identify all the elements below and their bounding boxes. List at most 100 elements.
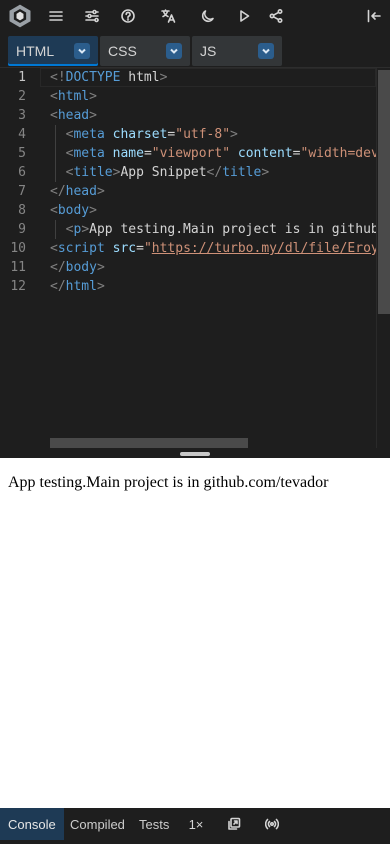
code-line: <body> <box>50 201 97 220</box>
code-line: <p>App testing.Main project is in github… <box>50 220 376 239</box>
sidebar-toggle-icon[interactable] <box>356 0 390 32</box>
logo-icon[interactable] <box>2 0 38 32</box>
code-token: < <box>50 108 58 123</box>
code-token: "utf-8" <box>175 127 231 142</box>
code-token: < <box>50 241 58 256</box>
horizontal-scrollbar-thumb[interactable] <box>50 438 248 448</box>
code-token: > <box>89 89 97 104</box>
code-token: script <box>57 241 105 256</box>
code-token: </ <box>50 260 66 275</box>
line-number: 5 <box>18 146 26 161</box>
code-token: head <box>65 184 97 199</box>
code-token: = <box>136 241 144 256</box>
code-token: meta <box>73 146 105 161</box>
code-token: "width=device-width, initial-scale=1.0" <box>300 146 377 161</box>
line-number: 2 <box>18 89 26 104</box>
code-token: head <box>57 108 90 123</box>
dark-mode-icon[interactable] <box>190 0 226 32</box>
code-token: > <box>96 260 105 275</box>
code-token: https://turbo.my/dl/file/EroylPyQB.js <box>151 241 376 256</box>
chevron-down-icon[interactable] <box>258 43 274 59</box>
code-token: > <box>261 165 270 180</box>
line-number: 11 <box>10 260 26 275</box>
code-token: "viewport" <box>151 146 231 161</box>
code-line: <html> <box>50 87 97 106</box>
code-token: </ <box>206 165 223 180</box>
vertical-scrollbar[interactable] <box>376 68 390 458</box>
chevron-down-icon[interactable] <box>166 43 182 59</box>
code-token: > <box>96 184 105 199</box>
tab-html[interactable]: HTML <box>8 36 98 66</box>
chevron-down-icon[interactable] <box>74 43 90 59</box>
code-token: > <box>89 108 97 123</box>
line-number: 9 <box>18 222 26 237</box>
code-token: > <box>89 203 97 218</box>
code-token: " <box>143 241 152 256</box>
language-icon[interactable] <box>150 0 186 32</box>
tab-console[interactable]: Console <box>0 808 64 840</box>
tab-compiled-label: Compiled <box>70 816 125 832</box>
code-token: > <box>159 70 168 85</box>
tab-js-label: JS <box>200 43 217 59</box>
run-icon[interactable] <box>226 0 262 32</box>
code-token: DOCTYPE <box>65 70 121 85</box>
code-line: <title>App Snippet</title> <box>50 163 270 182</box>
zoom-label: 1× <box>188 816 204 832</box>
tab-tests[interactable]: Tests <box>131 808 177 840</box>
pane-resizer[interactable] <box>0 448 390 458</box>
line-number: 6 <box>18 165 26 180</box>
code-line: <head> <box>50 106 97 125</box>
code-token: html <box>65 279 97 294</box>
code-token: body <box>57 203 90 218</box>
code-line: <meta charset="utf-8"> <box>50 125 238 144</box>
code-token: > <box>230 127 238 142</box>
tab-compiled[interactable]: Compiled <box>62 808 133 840</box>
code-token: charset <box>112 127 168 142</box>
zoom-button[interactable]: 1× <box>180 808 212 840</box>
tab-css[interactable]: CSS <box>100 36 190 66</box>
result-preview: App testing.Main project is in github.co… <box>0 458 390 808</box>
vertical-scrollbar-thumb[interactable] <box>378 70 390 314</box>
menu-icon[interactable] <box>38 0 74 32</box>
code-editor[interactable]: 1 2 3 4 5 6 7 8 9 10 11 12 <!DOCTYPE html> <html> <he… <box>0 68 390 458</box>
help-icon[interactable] <box>110 0 146 32</box>
share-icon[interactable] <box>258 0 294 32</box>
code-line: </head> <box>50 182 105 201</box>
line-number: 4 <box>18 127 26 142</box>
line-number-gutter: 1 2 3 4 5 6 7 8 9 10 11 12 <box>0 68 40 458</box>
settings-icon[interactable] <box>74 0 110 32</box>
code-token: src <box>112 241 137 256</box>
code-token: = <box>292 146 301 161</box>
line-number: 1 <box>18 70 26 85</box>
resize-handle[interactable] <box>180 452 210 456</box>
open-new-window-icon[interactable] <box>218 808 250 840</box>
tab-css-label: CSS <box>108 43 137 59</box>
code-token: name <box>112 146 144 161</box>
code-line: </body> <box>50 258 105 277</box>
tab-console-label: Console <box>8 816 56 832</box>
code-token: > <box>96 279 105 294</box>
code-token: content <box>237 146 293 161</box>
code-token: <! <box>50 70 66 85</box>
code-token: App Snippet <box>120 165 207 180</box>
code-token: > <box>81 222 90 237</box>
tab-js[interactable]: JS <box>192 36 282 66</box>
code-line: <meta name="viewport" content="width=dev… <box>50 144 376 163</box>
code-token: html <box>120 70 160 85</box>
broadcast-icon[interactable] <box>256 808 288 840</box>
editor-tabs: HTML CSS JS <box>0 32 390 68</box>
code-area[interactable]: <!DOCTYPE html> <html> <head> <meta charse… <box>50 68 376 458</box>
code-token: < <box>50 89 58 104</box>
bottom-toolbar: Console Compiled Tests 1× <box>0 808 390 844</box>
code-token: html <box>57 89 90 104</box>
preview-paragraph: App testing.Main project is in github.co… <box>8 474 329 491</box>
code-line: <!DOCTYPE html> <box>50 68 167 87</box>
